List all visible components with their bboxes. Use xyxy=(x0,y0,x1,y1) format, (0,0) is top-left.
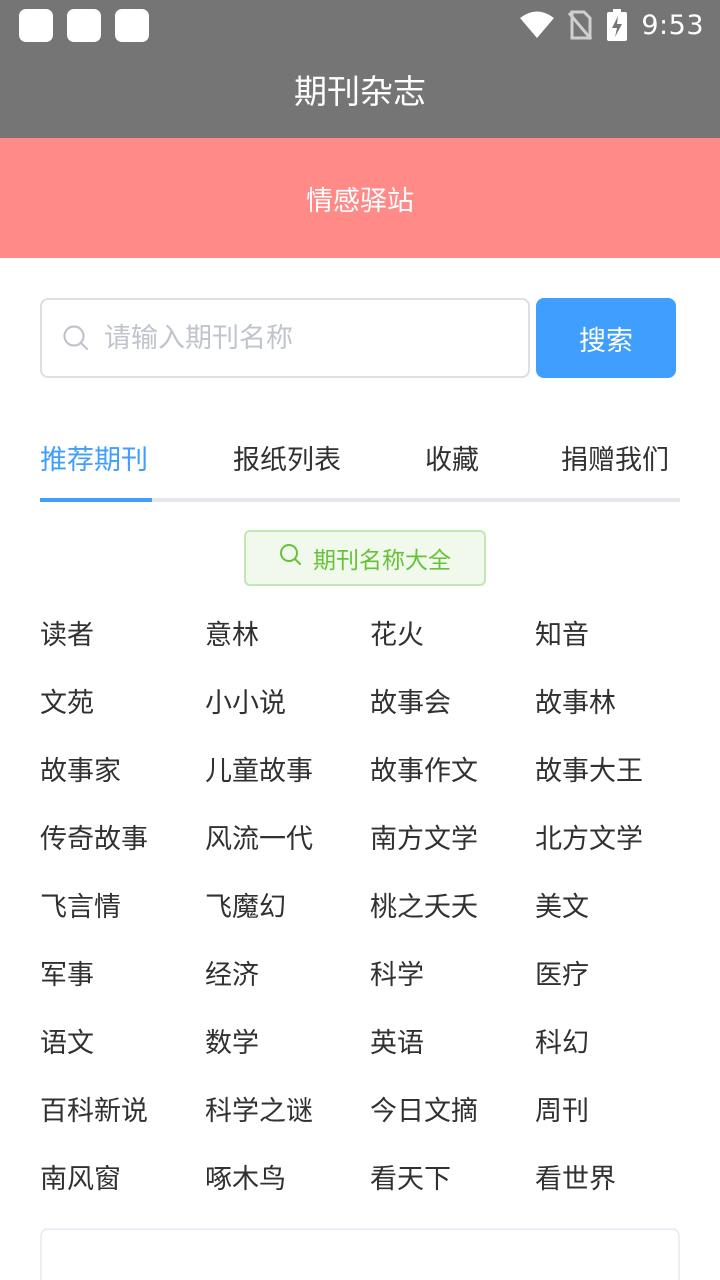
info-card xyxy=(40,1228,680,1280)
magazine-link[interactable]: 故事会 xyxy=(370,670,451,738)
wifi-icon xyxy=(519,10,555,40)
magazine-row: 读者 意林 花火 知音 xyxy=(40,602,700,670)
magazine-row: 语文 数学 英语 科幻 xyxy=(40,1010,700,1078)
magazine-link[interactable]: 风流一代 xyxy=(205,806,313,874)
no-sim-icon xyxy=(567,10,593,40)
magazine-link[interactable]: 百科新说 xyxy=(40,1078,148,1146)
status-bar: 9:53 xyxy=(0,0,720,50)
magazine-link[interactable]: 美文 xyxy=(535,874,589,942)
magazine-row: 军事 经济 科学 医疗 xyxy=(40,942,700,1010)
magazine-link[interactable]: 科学 xyxy=(370,942,424,1010)
search-button[interactable]: 搜索 xyxy=(536,298,676,378)
tab-bar: 推荐期刊 报纸列表 收藏 捐赠我们 xyxy=(40,420,680,502)
magazine-link[interactable]: 数学 xyxy=(205,1010,259,1078)
banner[interactable]: 情感驿站 xyxy=(0,138,720,258)
notification-square-icon xyxy=(115,9,149,42)
magazine-link[interactable]: 看天下 xyxy=(370,1146,451,1214)
magazine-grid: 读者 意林 花火 知音 文苑 小小说 故事会 故事林 故事家 儿童故事 故事作文 故事大王 传奇故事 风流… xyxy=(40,602,700,1214)
battery-charging-icon xyxy=(607,9,628,41)
magazine-link[interactable]: 啄木鸟 xyxy=(205,1146,286,1214)
magazine-link[interactable]: 看世界 xyxy=(535,1146,616,1214)
tab-active-indicator xyxy=(40,498,152,502)
magazine-link[interactable]: 故事作文 xyxy=(370,738,478,806)
magazine-row: 文苑 小小说 故事会 故事林 xyxy=(40,670,700,738)
magazine-link[interactable]: 科学之谜 xyxy=(205,1078,313,1146)
magazine-row: 飞言情 飞魔幻 桃之夭夭 美文 xyxy=(40,874,700,942)
tab-newspapers[interactable]: 报纸列表 xyxy=(233,438,341,477)
magazine-link[interactable]: 儿童故事 xyxy=(205,738,313,806)
magazine-link[interactable]: 语文 xyxy=(40,1010,94,1078)
magazine-link[interactable]: 飞言情 xyxy=(40,874,121,942)
notification-square-icon xyxy=(67,9,101,42)
magazine-link[interactable]: 花火 xyxy=(370,602,424,670)
magazine-row: 百科新说 科学之谜 今日文摘 周刊 xyxy=(40,1078,700,1146)
magazine-row: 南风窗 啄木鸟 看天下 看世界 xyxy=(40,1146,700,1214)
status-indicators: 9:53 xyxy=(519,0,704,50)
search-icon xyxy=(62,324,90,356)
magazine-link[interactable]: 医疗 xyxy=(535,942,589,1010)
search-input[interactable] xyxy=(104,302,514,374)
magazine-link[interactable]: 小小说 xyxy=(205,670,286,738)
tag-label: 期刊名称大全 xyxy=(313,548,451,574)
status-clock: 9:53 xyxy=(641,9,704,41)
magazine-link[interactable]: 读者 xyxy=(40,602,94,670)
magazine-link[interactable]: 北方文学 xyxy=(535,806,643,874)
magazine-link[interactable]: 故事家 xyxy=(40,738,121,806)
tab-favorites[interactable]: 收藏 xyxy=(425,438,479,477)
magazine-link[interactable]: 桃之夭夭 xyxy=(370,874,478,942)
magazine-link[interactable]: 南风窗 xyxy=(40,1146,121,1214)
tab-donate[interactable]: 捐赠我们 xyxy=(561,438,669,477)
magazine-link[interactable]: 南方文学 xyxy=(370,806,478,874)
magazine-names-tag[interactable]: 期刊名称大全 xyxy=(244,530,486,586)
banner-text: 情感驿站 xyxy=(306,185,414,217)
magazine-link[interactable]: 军事 xyxy=(40,942,94,1010)
magazine-link[interactable]: 故事林 xyxy=(535,670,616,738)
magazine-link[interactable]: 知音 xyxy=(535,602,589,670)
magazine-link[interactable]: 传奇故事 xyxy=(40,806,148,874)
tab-recommended[interactable]: 推荐期刊 xyxy=(40,438,148,477)
magazine-row: 传奇故事 风流一代 南方文学 北方文学 xyxy=(40,806,700,874)
notification-square-icon xyxy=(19,9,53,42)
magazine-link[interactable]: 周刊 xyxy=(535,1078,589,1146)
magazine-link[interactable]: 英语 xyxy=(370,1010,424,1078)
magazine-link[interactable]: 经济 xyxy=(205,942,259,1010)
magazine-link[interactable]: 飞魔幻 xyxy=(205,874,286,942)
magazine-link[interactable]: 今日文摘 xyxy=(370,1078,478,1146)
magazine-row: 故事家 儿童故事 故事作文 故事大王 xyxy=(40,738,700,806)
search-field[interactable] xyxy=(40,298,530,378)
magazine-link[interactable]: 科幻 xyxy=(535,1010,589,1078)
magazine-link[interactable]: 意林 xyxy=(205,602,259,670)
magazine-link[interactable]: 故事大王 xyxy=(535,738,643,806)
app-header: 9:53 期刊杂志 xyxy=(0,0,720,138)
magazine-link[interactable]: 文苑 xyxy=(40,670,94,738)
page-title: 期刊杂志 xyxy=(294,72,426,111)
search-icon xyxy=(279,543,303,573)
